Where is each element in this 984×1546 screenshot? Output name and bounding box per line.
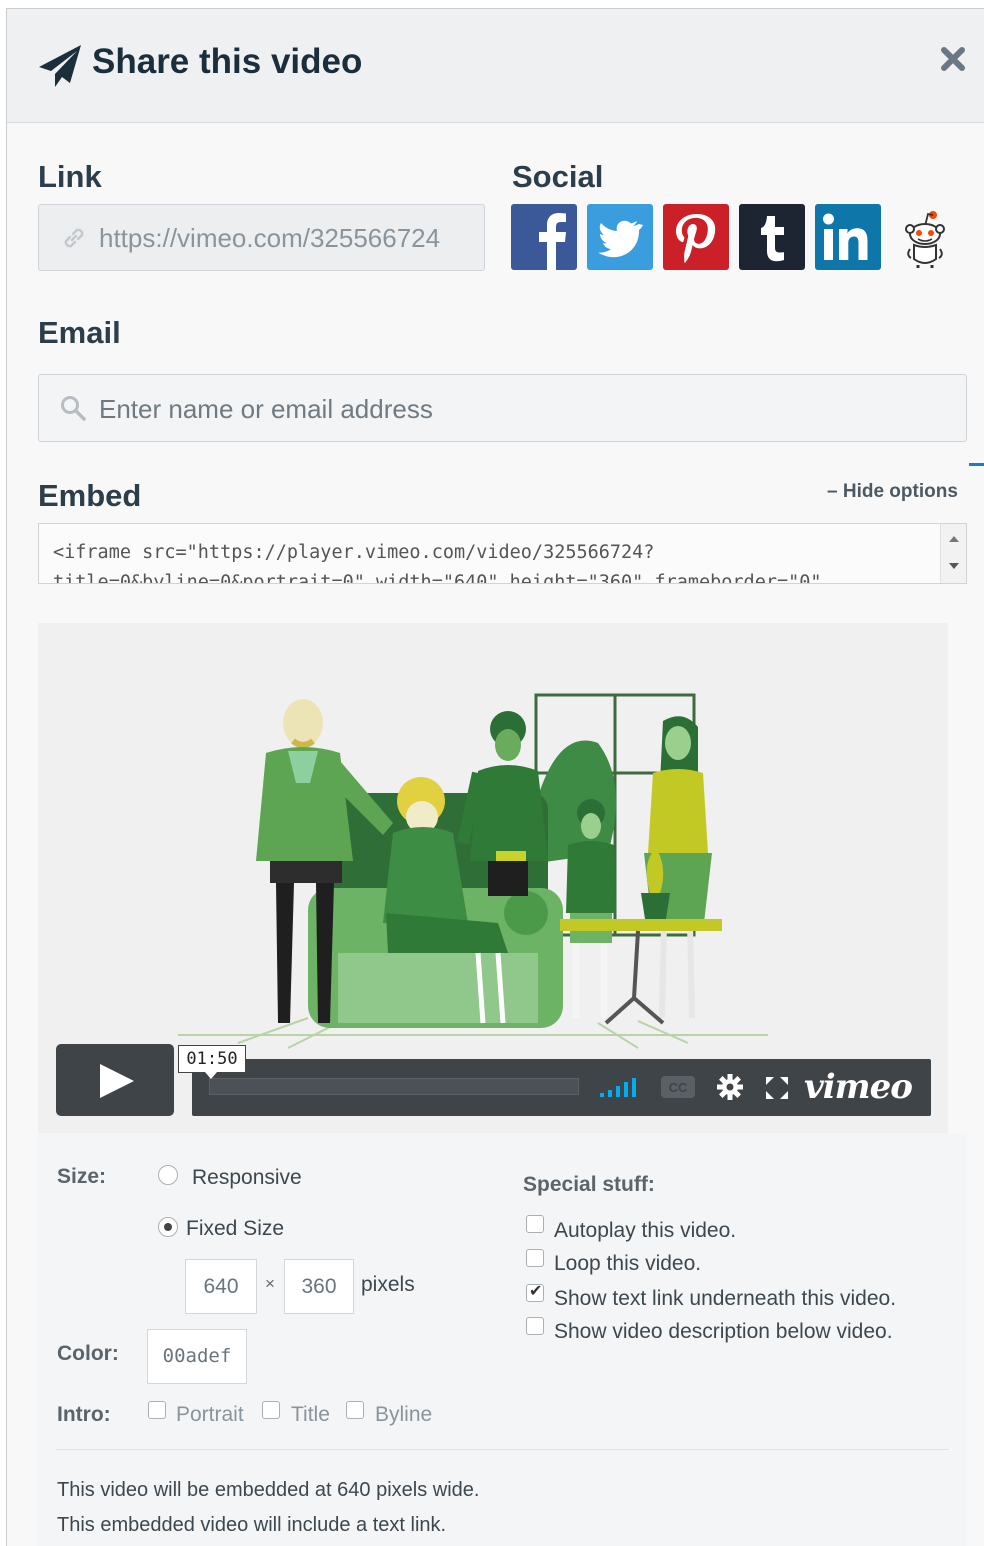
closed-captions-icon[interactable]: CC: [660, 1075, 696, 1099]
options-divider: [56, 1449, 949, 1450]
modal-title: Share this video: [92, 42, 363, 81]
pixels-label: pixels: [361, 1273, 415, 1296]
embed-options-panel: Size: Responsive Fixed Size 640 × 360 pi…: [38, 1133, 967, 1546]
byline-checkbox[interactable]: [346, 1401, 364, 1419]
link-label: Link: [38, 159, 102, 194]
intro-label: Intro:: [57, 1403, 111, 1426]
facebook-icon: [511, 204, 577, 270]
portrait-checkbox[interactable]: [148, 1401, 166, 1419]
embed-code: <iframe src="https://player.vimeo.com/vi…: [53, 542, 822, 584]
fixed-size-radio[interactable]: [158, 1217, 178, 1237]
twitter-button[interactable]: [587, 204, 653, 270]
title-checkbox[interactable]: [262, 1401, 280, 1419]
text-link-checkbox[interactable]: [526, 1281, 544, 1302]
byline-label: Byline: [375, 1403, 433, 1426]
responsive-label: Responsive: [192, 1166, 302, 1189]
title-label: Title: [291, 1403, 330, 1426]
text-link-summary: This embedded video will include a text …: [57, 1514, 447, 1536]
edge-marker: [969, 463, 984, 466]
modal-header: Share this video: [7, 9, 984, 123]
scroll-down-arrow-icon[interactable]: [949, 563, 959, 569]
fixed-size-label: Fixed Size: [186, 1217, 285, 1240]
description-checkbox[interactable]: [526, 1317, 544, 1335]
responsive-radio[interactable]: [158, 1165, 178, 1185]
link-icon: [64, 228, 84, 248]
email-label: Email: [38, 315, 121, 350]
embed-width-summary: This video will be embedded at 640 pixel…: [57, 1479, 480, 1501]
hide-options-link[interactable]: – Hide options: [827, 481, 958, 503]
search-icon: [61, 396, 86, 421]
loop-label: Loop this video.: [554, 1252, 702, 1275]
embed-label: Embed: [38, 478, 142, 513]
social-label: Social: [512, 159, 604, 194]
play-button[interactable]: [56, 1044, 174, 1116]
settings-gear-icon[interactable]: [716, 1073, 744, 1101]
color-input[interactable]: 00adef: [147, 1329, 247, 1384]
linkedin-button[interactable]: [815, 204, 881, 270]
close-icon[interactable]: [939, 45, 967, 73]
email-placeholder: Enter name or email address: [99, 394, 433, 424]
text-link-label: Show text link underneath this video.: [554, 1287, 897, 1310]
autoplay-checkbox[interactable]: [526, 1215, 544, 1233]
pinterest-button[interactable]: [663, 204, 729, 270]
embed-code-textarea[interactable]: <iframe src="https://player.vimeo.com/vi…: [38, 523, 967, 584]
svg-text:CC: CC: [669, 1080, 688, 1095]
textarea-scrollbar[interactable]: [940, 524, 966, 583]
fullscreen-icon[interactable]: [764, 1075, 790, 1101]
vimeo-logo[interactable]: vimeo: [804, 1067, 913, 1107]
link-field[interactable]: https://vimeo.com/325566724: [38, 204, 485, 271]
tumblr-button[interactable]: [739, 204, 805, 270]
height-input[interactable]: 360: [284, 1259, 354, 1314]
loop-checkbox[interactable]: [526, 1249, 544, 1267]
timecode-tooltip: 01:50: [178, 1045, 246, 1079]
link-value: https://vimeo.com/325566724: [99, 223, 441, 253]
progress-bar[interactable]: [209, 1078, 579, 1095]
special-stuff-label: Special stuff:: [523, 1173, 655, 1196]
size-label: Size:: [57, 1165, 107, 1188]
share-modal: Share this video Link https://vimeo.com/…: [6, 8, 984, 1546]
email-field[interactable]: Enter name or email address: [38, 374, 967, 442]
portrait-label: Portrait: [176, 1403, 244, 1426]
autoplay-label: Autoplay this video.: [554, 1219, 737, 1242]
times-sign: ×: [265, 1274, 275, 1293]
player-control-bar: CC vimeo: [192, 1059, 931, 1116]
volume-icon[interactable]: [598, 1076, 644, 1098]
scroll-up-arrow-icon[interactable]: [949, 536, 959, 542]
color-label: Color:: [57, 1342, 119, 1365]
tumblr-icon: [739, 204, 805, 270]
video-preview[interactable]: CC vimeo 01:50: [38, 623, 948, 1133]
play-icon: [100, 1064, 134, 1098]
pinterest-icon: [663, 204, 729, 270]
linkedin-icon: [815, 204, 881, 270]
paper-plane-icon: [39, 45, 81, 87]
facebook-button[interactable]: [511, 204, 577, 270]
description-label: Show video description below video.: [554, 1320, 893, 1343]
video-thumbnail-illustration: [38, 623, 948, 1133]
reddit-icon[interactable]: [900, 209, 950, 269]
twitter-icon: [587, 204, 653, 270]
width-input[interactable]: 640: [185, 1259, 257, 1314]
